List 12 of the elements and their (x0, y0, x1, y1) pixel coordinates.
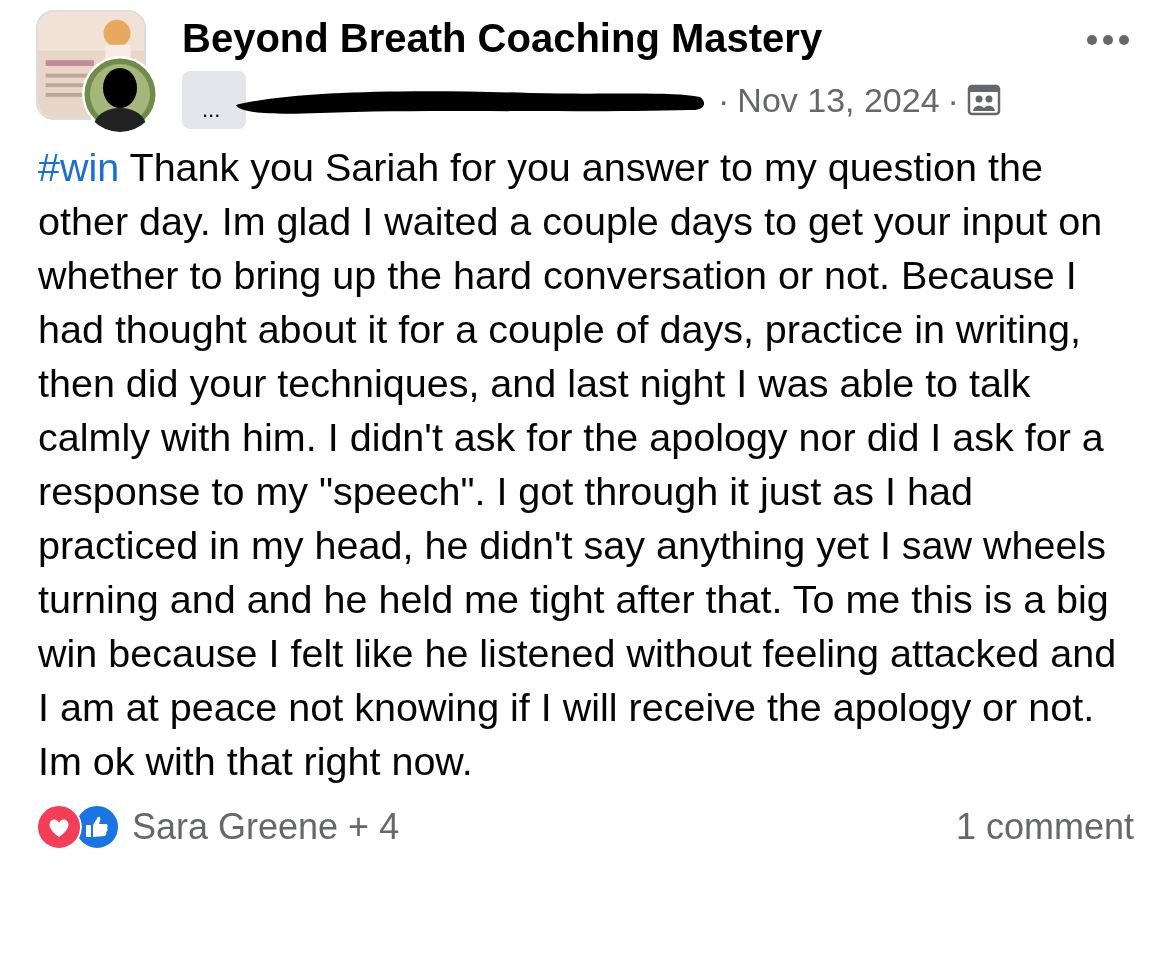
hashtag-link[interactable]: #win (38, 145, 120, 189)
more-options-icon[interactable] (1086, 34, 1130, 46)
post-text: #win Thank you Sariah for you answer to my question the other day. Im glad I waited a couple days to get your input on whether to bring up the hard conversation or not. Because I had thought about it for a couple of days, practice in writing, then did your techniques, and last night I was able to talk calmly with him. I didn't ask for the apology nor did I ask for a response to my "speech". I got through it just as I had practiced in my head, he didn't say anything yet I saw wheels turning and and he held me tight after that. To me this is a big win because I felt like he listened without feeling attacked and I am at peace not knowing if I will receive the apology or not. Im ok with that right now. (37, 144, 1118, 785)
comments-link[interactable]: 1 comment (955, 800, 1134, 854)
group-members-icon (966, 83, 1001, 117)
separator-dot: · (947, 79, 959, 121)
separator-dot: · (718, 79, 730, 121)
post-date[interactable]: Nov 13, 2024 (737, 74, 940, 126)
reactors-link[interactable]: Sara Greene + 4 (132, 800, 400, 854)
author-badge[interactable]: ... (182, 71, 246, 129)
group-name[interactable]: Beyond Breath Coaching Mastery (182, 10, 823, 66)
heart-reaction-icon (36, 804, 82, 850)
